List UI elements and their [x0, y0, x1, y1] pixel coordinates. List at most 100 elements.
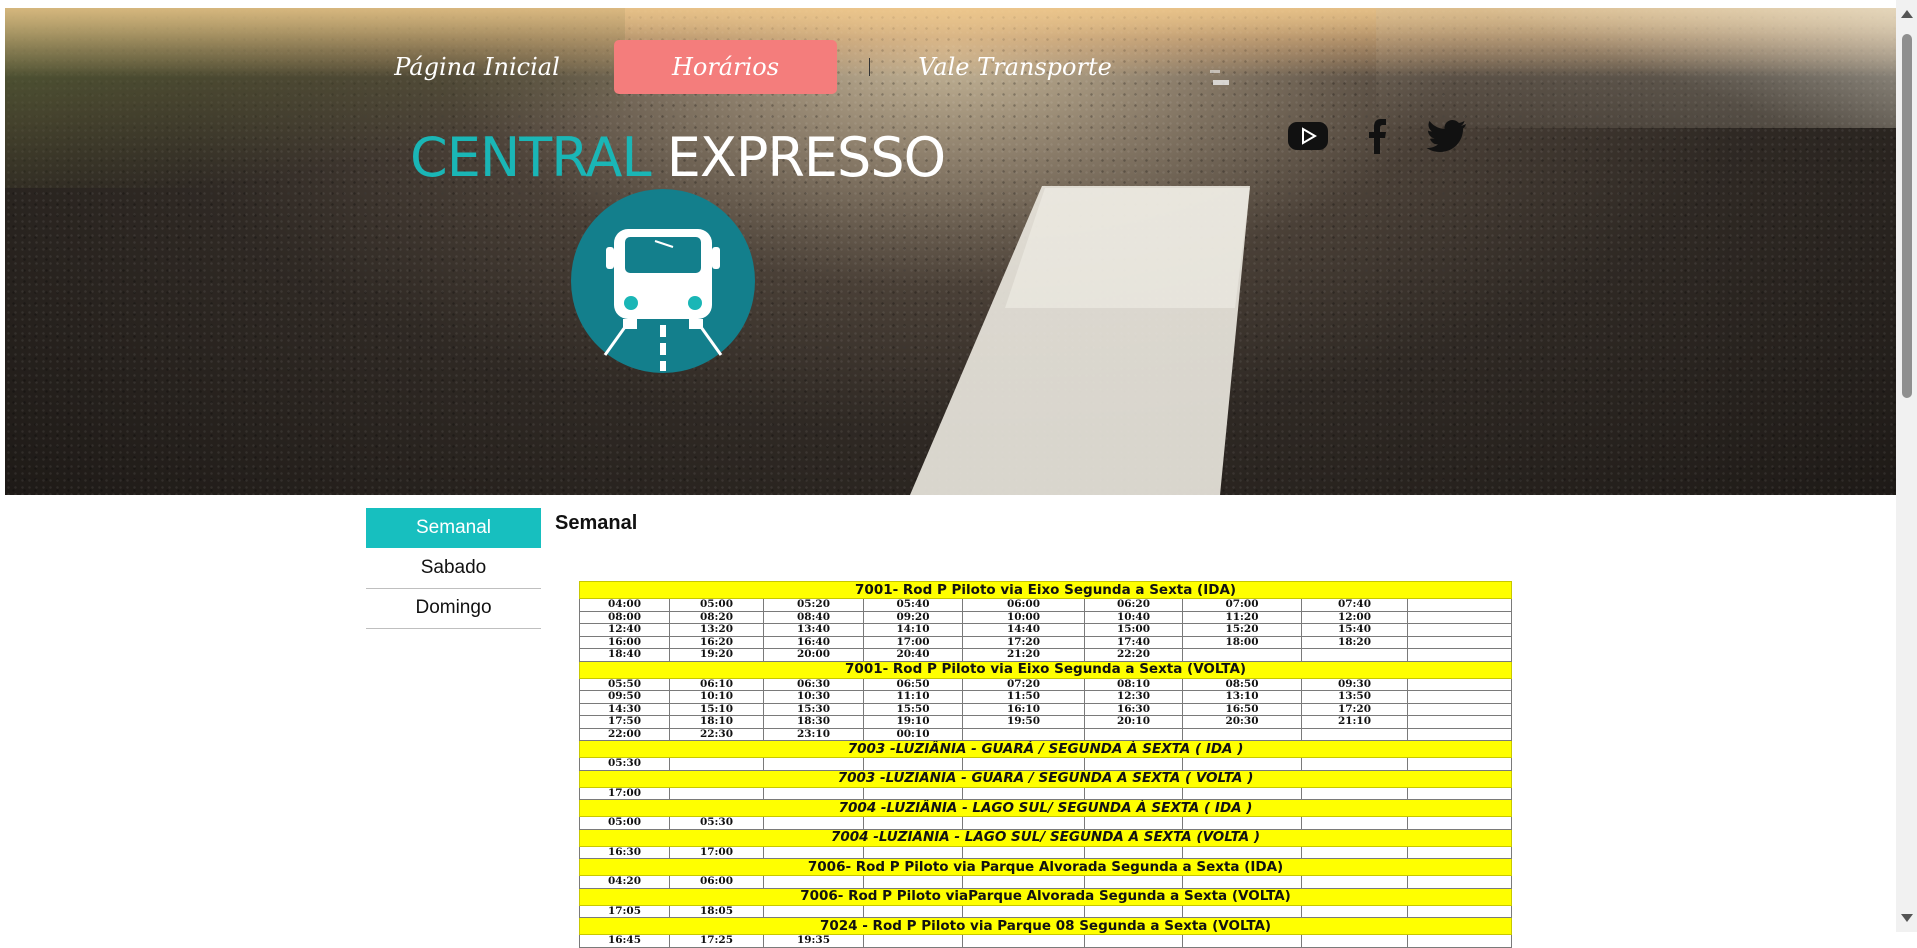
timetable-section-header: 7004 -LUZIÂNIA - LAGO SUL/ SEGUNDA À SEX… [578, 828, 1513, 847]
timetable-cell: 17:50 [579, 715, 670, 729]
timetable-section-header: 7003 -LUZIÂNIA - GUARÁ / SEGUNDA À SEXTA… [578, 740, 1513, 758]
nav-home-link[interactable]: Página Inicial [391, 40, 563, 94]
timetable-cell: 05:20 [763, 598, 864, 612]
table-row: 17:00 [579, 786, 1513, 800]
tab-sabado[interactable]: Sabado [366, 548, 541, 589]
tab-domingo[interactable]: Domingo [366, 588, 541, 629]
timetable-cell: 07:00 [1182, 598, 1302, 612]
timetable-cell: 05:40 [863, 598, 963, 612]
timetable-cell [1406, 648, 1513, 662]
scroll-up-arrow-icon[interactable] [1901, 10, 1913, 18]
twitter-icon[interactable] [1426, 114, 1470, 158]
timetable-cell: 09:30 [1301, 677, 1408, 691]
timetable-cell: 16:50 [1182, 702, 1302, 716]
timetable-cell: 06:30 [763, 677, 864, 691]
timetable-cell: 08:40 [763, 610, 864, 624]
tab-semanal[interactable]: Semanal [366, 508, 541, 548]
timetable-cell [763, 875, 864, 889]
timetable-section-title: 7001- Rod P Piloto via Eixo Segunda a Se… [578, 581, 1513, 599]
timetable-cell: 06:50 [863, 677, 963, 691]
timetable-cell [1301, 757, 1408, 771]
timetable-cell [1084, 904, 1183, 918]
timetable-cell: 21:20 [962, 648, 1085, 662]
timetable-section-header: 7006- Rod P Piloto via Parque Alvorada S… [578, 858, 1513, 876]
timetable-cell [669, 757, 764, 771]
timetable-cell [863, 875, 963, 889]
timetable-cell: 15:50 [863, 702, 963, 716]
timetable-cell: 18:30 [763, 715, 864, 729]
timetable-cell [1301, 845, 1408, 859]
timetable-cell [863, 904, 963, 918]
timetable-cell [962, 757, 1085, 771]
table-row: 16:45 17:25 19:35 [579, 934, 1513, 948]
timetable-cell [863, 786, 963, 800]
timetable-cell: 00:10 [863, 727, 963, 741]
timetable-cell: 20:00 [763, 648, 864, 662]
timetable-cell: 11:20 [1182, 610, 1302, 624]
timetable-cell [1301, 816, 1408, 830]
table-row: 22:00 22:30 23:10 00:10 [579, 727, 1513, 741]
timetable-cell [1406, 934, 1513, 948]
timetable-cell [1406, 690, 1513, 704]
timetable-cell [863, 845, 963, 859]
timetable-cell: 19:10 [863, 715, 963, 729]
timetable-section-title: 7003 -LUZIÂNIA - GUARÁ / SEGUNDA À SEXTA… [578, 740, 1513, 758]
timetable-cell [1084, 816, 1183, 830]
timetable-cell: 22:20 [1084, 648, 1183, 662]
timetable-cell: 13:40 [763, 623, 864, 637]
timetable-cell [1406, 702, 1513, 716]
timetable-cell: 05:30 [579, 757, 670, 771]
timetable-cell [1406, 715, 1513, 729]
timetable-section-title: 7003 -LUZIÂNIA - GUARÁ / SEGUNDA À SEXTA… [578, 769, 1513, 788]
timetable-cell: 18:10 [669, 715, 764, 729]
section-title: Semanal [555, 512, 638, 534]
timetable-cell: 11:10 [863, 690, 963, 704]
bus-logo-icon [571, 189, 755, 373]
timetable-cell [1406, 598, 1513, 612]
timetable-cell [669, 786, 764, 800]
nav-vale-transporte-link[interactable]: Vale Transporte [910, 40, 1120, 94]
nav-horarios-link[interactable]: Horários [614, 40, 837, 94]
timetable-cell [1406, 727, 1513, 741]
timetable-cell: 18:00 [1182, 635, 1302, 649]
timetable-cell [1301, 786, 1408, 800]
timetable-cell: 22:00 [579, 727, 670, 741]
timetable-cell: 15:20 [1182, 623, 1302, 637]
timetable-cell [1301, 727, 1408, 741]
timetable-cell: 18:20 [1301, 635, 1408, 649]
timetable-cell: 23:10 [763, 727, 864, 741]
timetable-cell [962, 816, 1085, 830]
timetable-cell: 17:40 [1084, 635, 1183, 649]
scrollbar-thumb[interactable] [1902, 34, 1912, 398]
table-row: 16:30 17:00 [579, 845, 1513, 859]
table-row: 05:30 [579, 757, 1513, 771]
timetable-cell [763, 845, 864, 859]
timetable-cell: 16:10 [962, 702, 1085, 716]
scroll-down-arrow-icon[interactable] [1901, 914, 1913, 922]
brand-title-expresso: EXPRESSO [666, 126, 946, 189]
timetable-cell: 17:00 [579, 786, 670, 800]
timetable-cell: 17:20 [962, 635, 1085, 649]
timetable-cell: 07:20 [962, 677, 1085, 691]
page-scrollbar[interactable] [1896, 0, 1917, 932]
youtube-icon[interactable] [1286, 114, 1330, 158]
table-row: 17:50 18:10 18:30 19:10 19:50 20:10 20:30 21:10 [579, 715, 1513, 729]
timetable-cell [763, 786, 864, 800]
facebook-icon[interactable] [1356, 114, 1400, 158]
timetable-cell [962, 845, 1085, 859]
table-row: 09:50 10:10 10:30 11:10 11:50 12:30 13:10 13:50 [579, 690, 1513, 704]
timetable-cell: 06:00 [669, 875, 764, 889]
timetable-cell [1084, 757, 1183, 771]
timetable-cell: 15:40 [1301, 623, 1408, 637]
timetable-section-title: 7006- Rod P Piloto via Parque Alvorada S… [578, 858, 1513, 876]
timetable-cell: 19:35 [763, 934, 864, 948]
timetable-cell [1406, 904, 1513, 918]
timetable-cell: 06:10 [669, 677, 764, 691]
timetable-cell: 17:05 [579, 904, 670, 918]
timetable-cell: 14:40 [962, 623, 1085, 637]
timetable-cell: 13:10 [1182, 690, 1302, 704]
timetable: 7001- Rod P Piloto via Eixo Segunda a Se… [578, 581, 1513, 948]
timetable-cell: 18:05 [669, 904, 764, 918]
timetable-cell: 14:10 [863, 623, 963, 637]
timetable-cell: 12:00 [1301, 610, 1408, 624]
